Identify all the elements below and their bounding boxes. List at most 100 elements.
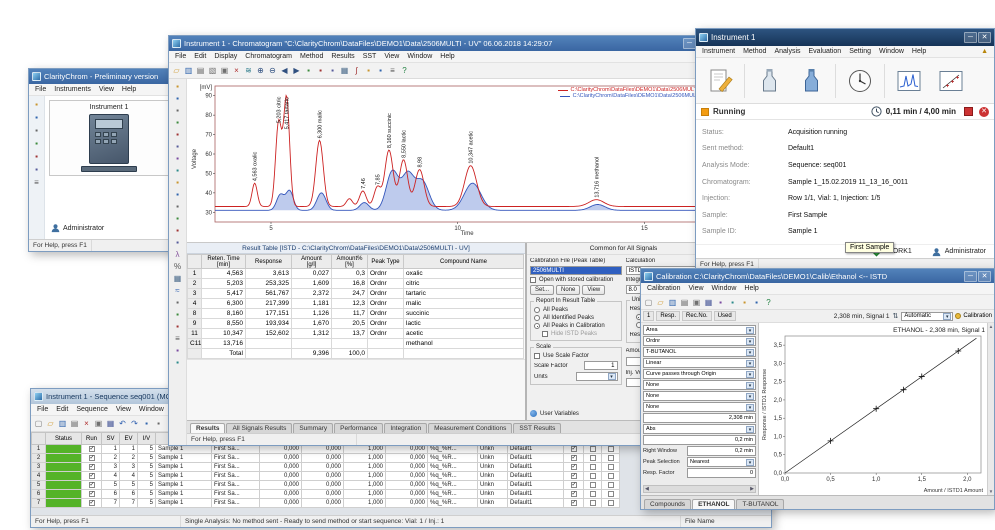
remove-icon[interactable]: ▪ — [172, 177, 184, 189]
sequence-cell[interactable]: Unkn — [478, 463, 508, 472]
close-icon[interactable]: ✕ — [978, 32, 991, 43]
units-select[interactable]: ▾ — [576, 372, 618, 381]
graph-icon[interactable]: ≈ — [172, 285, 184, 297]
result-row[interactable]: 88,160177,1511,12611,7Ordnrsuccinic — [188, 309, 524, 319]
user-variables-button[interactable]: User Variables — [530, 410, 579, 417]
method-setup-icon[interactable] — [700, 61, 740, 101]
menu-instruments[interactable]: Instruments — [50, 86, 95, 93]
sequence-cell[interactable]: First Sa... — [212, 472, 260, 481]
sequence-cell[interactable] — [584, 463, 602, 472]
sequence-cell[interactable]: 1,000 — [344, 499, 386, 508]
scroll-up-icon[interactable]: ▲ — [989, 324, 993, 329]
sequence-cell[interactable]: 7 — [32, 499, 46, 508]
insert-row-icon[interactable]: ▪ — [141, 418, 152, 429]
status-cell[interactable] — [46, 454, 82, 463]
checkbox-icon[interactable] — [571, 500, 577, 506]
sequence-cell[interactable]: 0,000 — [302, 481, 344, 490]
sequence-cell[interactable]: 2 — [32, 454, 46, 463]
checkbox-icon[interactable] — [590, 446, 596, 452]
menu-sequence[interactable]: Sequence — [72, 406, 112, 413]
checkbox-icon[interactable] — [89, 455, 95, 461]
menu-window[interactable]: Window — [875, 48, 908, 55]
undo-icon[interactable]: ↶ — [117, 418, 128, 429]
menu-help[interactable]: Help — [118, 86, 140, 93]
paste-icon[interactable]: ▦ — [703, 297, 714, 308]
sequence-cell[interactable]: First Sa... — [212, 490, 260, 499]
field-select-nearest[interactable]: Nearest▾ — [687, 457, 756, 467]
sequence-cell[interactable]: %q_%R... — [428, 481, 478, 490]
signal-stepper[interactable]: ⇅ — [891, 312, 899, 320]
end-icon[interactable]: ▪ — [172, 153, 184, 165]
peak-icon[interactable]: ▪ — [172, 117, 184, 129]
sequence-cell[interactable]: 0,000 — [302, 499, 344, 508]
checkbox-icon[interactable] — [89, 446, 95, 452]
checkbox-icon[interactable] — [590, 464, 596, 470]
sequence-cell[interactable]: 5 — [138, 472, 156, 481]
zoom-out-icon[interactable]: ⊖ — [267, 65, 278, 76]
sequence-cell[interactable]: 0,000 — [386, 481, 428, 490]
checkbox-icon[interactable] — [608, 446, 614, 452]
menu-help[interactable]: Help — [908, 48, 930, 55]
help-icon[interactable]: ? — [763, 297, 774, 308]
negative-icon[interactable]: ▪ — [172, 213, 184, 225]
checkbox-icon[interactable] — [571, 455, 577, 461]
calibration-curve-chart[interactable]: ETHANOL - 2,308 min, Signal 10,00,51,01,… — [759, 323, 987, 495]
sequence-cell[interactable] — [82, 481, 102, 490]
recalibrate-icon[interactable]: ▪ — [739, 297, 750, 308]
property-select-none[interactable]: None▾ — [643, 380, 756, 390]
new-icon[interactable]: ▢ — [33, 418, 44, 429]
sequence-row[interactable]: 5555Sample 1First Sa...0,0000,0001,0000,… — [32, 481, 620, 490]
result-row[interactable]: 46,300217,3991,18112,3Ordnrmalic — [188, 299, 524, 309]
menu-help[interactable]: Help — [740, 285, 762, 292]
sequence-cell[interactable]: 1,000 — [344, 490, 386, 499]
print-icon[interactable]: ▤ — [679, 297, 690, 308]
menu-sst[interactable]: SST — [359, 53, 381, 60]
sequence-cell[interactable] — [564, 499, 584, 508]
checkbox-icon[interactable] — [89, 473, 95, 479]
sequence-cell[interactable]: Default1 — [508, 490, 564, 499]
preview-icon[interactable]: ▧ — [207, 65, 218, 76]
help-icon[interactable]: ? — [399, 65, 410, 76]
menu-file[interactable]: File — [33, 406, 52, 413]
sequence-icon[interactable]: ▪ — [31, 125, 42, 136]
sequence-cell[interactable]: 0,000 — [386, 490, 428, 499]
down-icon[interactable]: ▪ — [172, 357, 184, 369]
sequence-cell[interactable]: 1 — [120, 445, 138, 454]
checkbox-icon[interactable] — [571, 446, 577, 452]
checkbox-icon[interactable] — [571, 491, 577, 497]
sequence-cell[interactable]: 3 — [102, 463, 120, 472]
marker-icon[interactable]: ▪ — [327, 65, 338, 76]
sequence-cell[interactable]: 0,000 — [386, 499, 428, 508]
checkbox-icon[interactable] — [590, 482, 596, 488]
sequence-cell[interactable]: 5 — [138, 481, 156, 490]
report-radio-all-identified-peaks[interactable]: All Identified Peaks — [534, 315, 618, 321]
report-icon[interactable]: ▪ — [375, 65, 386, 76]
abort-button[interactable]: ✕ — [979, 107, 989, 117]
sequence-cell[interactable]: First Sa... — [212, 481, 260, 490]
report-radio-all-peaks[interactable]: All Peaks — [534, 307, 618, 313]
sequence-cell[interactable] — [602, 472, 620, 481]
sequence-cell[interactable]: 0,000 — [260, 472, 302, 481]
open-icon[interactable]: ▱ — [171, 65, 182, 76]
calibrate-icon[interactable]: ▪ — [363, 65, 374, 76]
sequence-cell[interactable]: First Sa... — [212, 454, 260, 463]
property-select-none[interactable]: None▾ — [643, 391, 756, 401]
sequence-cell[interactable]: %q_%R... — [428, 454, 478, 463]
sequence-cell[interactable]: 0,000 — [260, 499, 302, 508]
minimize-icon[interactable]: ─ — [964, 271, 977, 282]
sequence-cell[interactable] — [564, 481, 584, 490]
redo-icon[interactable]: ↷ — [129, 418, 140, 429]
sequence-row[interactable]: 7775Sample 1First Sa...0,0000,0001,0000,… — [32, 499, 620, 508]
valley-icon[interactable]: ▪ — [172, 129, 184, 141]
menu-analysis[interactable]: Analysis — [770, 48, 804, 55]
next-icon[interactable]: ▶ — [291, 65, 302, 76]
field-input-0-2[interactable]: 0,2 min — [643, 435, 756, 445]
copy-icon[interactable]: ▣ — [93, 418, 104, 429]
sequence-cell[interactable]: 0,000 — [386, 454, 428, 463]
sequence-cell[interactable]: Sample 1 — [156, 490, 212, 499]
sequence-cell[interactable]: Sample 1 — [156, 454, 212, 463]
sequence-cell[interactable]: 0,000 — [260, 490, 302, 499]
instrument-titlebar[interactable]: Instrument 1 ─ ✕ — [696, 29, 994, 46]
sequence-cell[interactable]: 3 — [120, 463, 138, 472]
results-tab-results[interactable]: Results — [190, 423, 225, 433]
